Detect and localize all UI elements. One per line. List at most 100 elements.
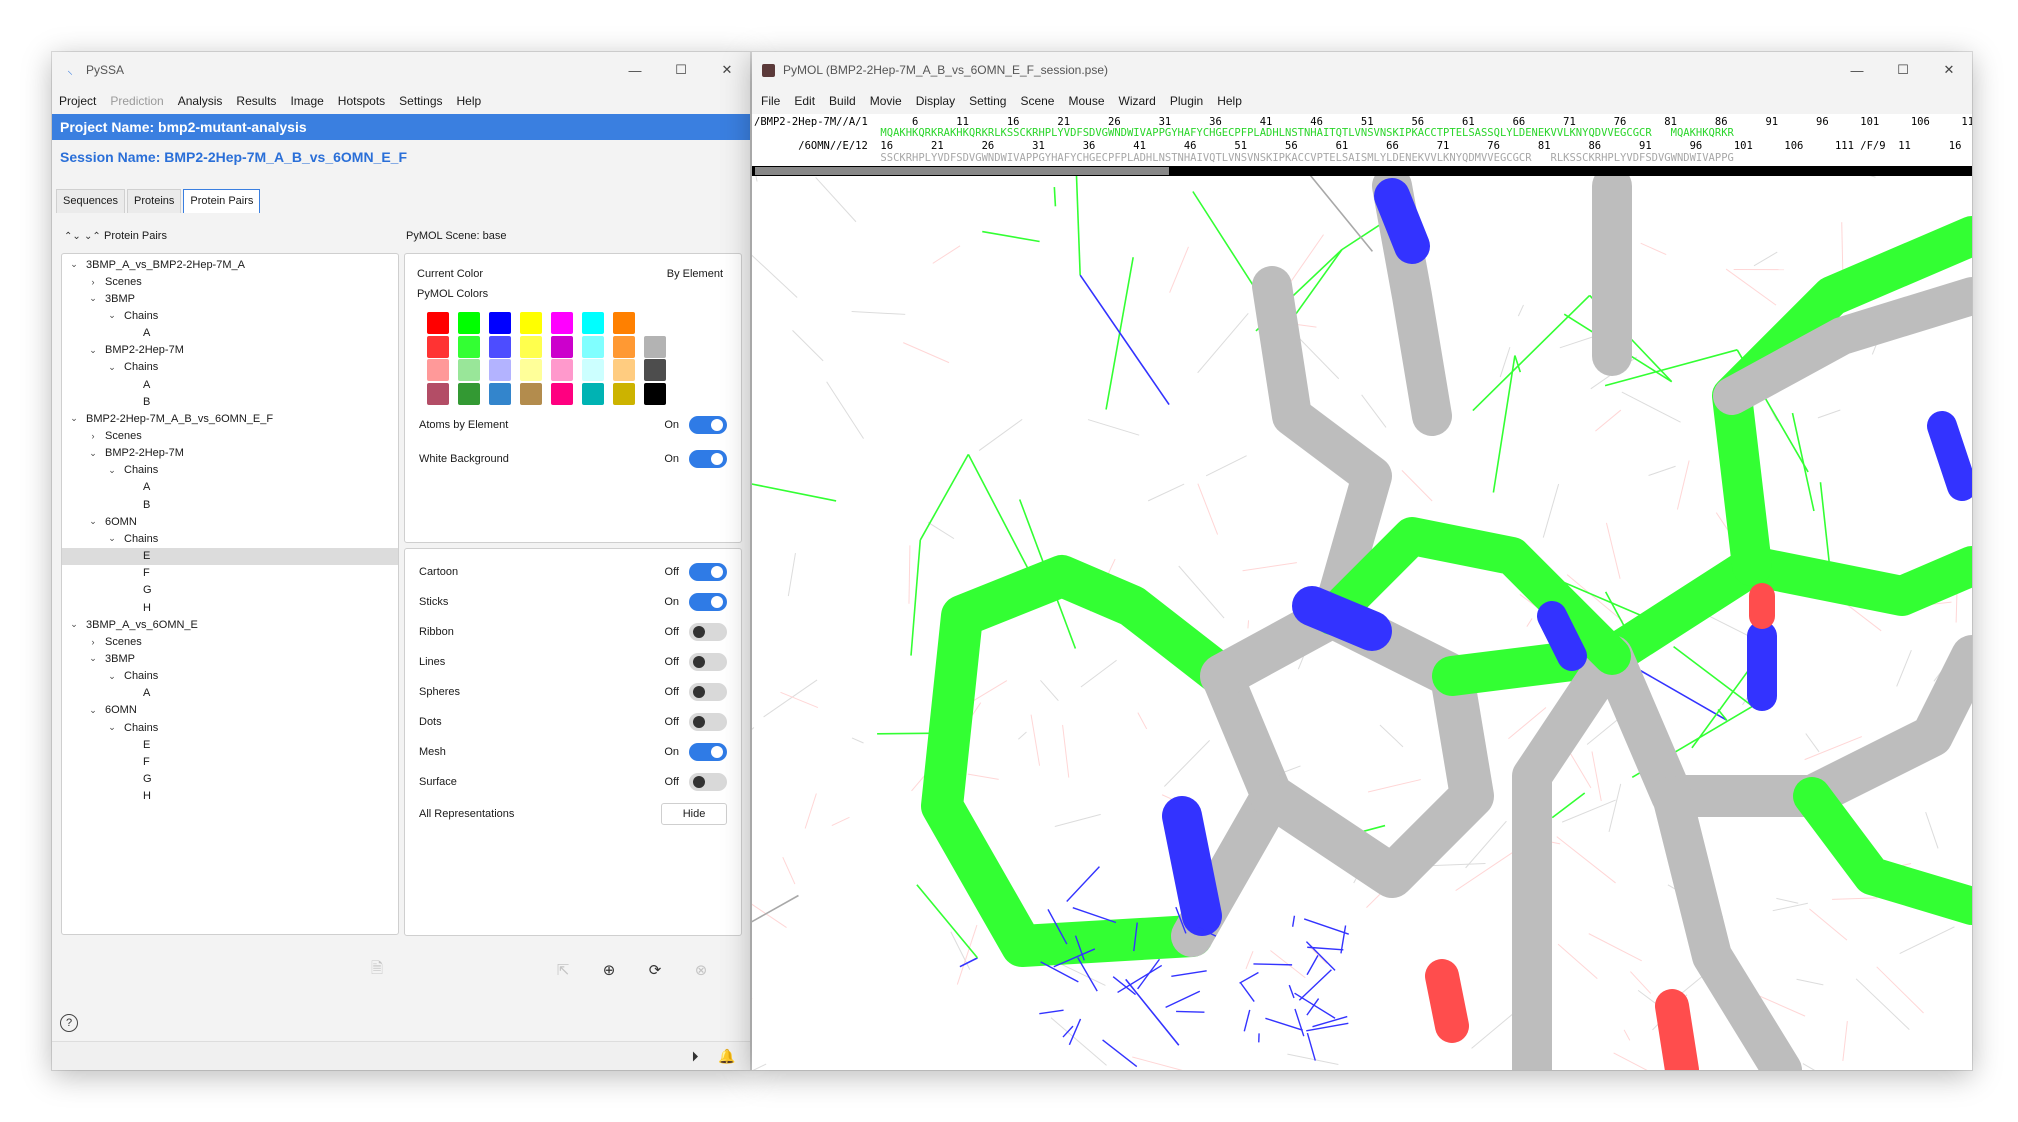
color-swatch[interactable] xyxy=(427,335,449,358)
tree-item[interactable]: H xyxy=(62,599,398,616)
tree-item[interactable]: A xyxy=(62,325,398,342)
color-swatch[interactable] xyxy=(458,312,480,334)
pymol-menu-plugin[interactable]: Plugin xyxy=(1163,94,1210,108)
color-swatch[interactable] xyxy=(489,335,511,358)
tree-item[interactable]: H xyxy=(62,788,398,805)
tree-item[interactable]: ⌄ 3BMP_A_vs_BMP2-2Hep-7M_A xyxy=(62,256,398,273)
pymol-menu-help[interactable]: Help xyxy=(1210,94,1249,108)
collapse-all-icon[interactable]: ⌄⌃ xyxy=(84,231,101,242)
chevron-down-icon[interactable]: ⌄ xyxy=(87,448,99,459)
tree-item[interactable]: ⌄ 3BMP xyxy=(62,290,398,307)
tree-item[interactable]: ⌄ 3BMP xyxy=(62,650,398,667)
tree-item[interactable]: ⌄ Chains xyxy=(62,307,398,324)
color-swatch[interactable] xyxy=(520,335,542,358)
sticks-toggle[interactable] xyxy=(689,593,727,611)
tree-item[interactable]: ⌄ Chains xyxy=(62,719,398,736)
hide-all-button[interactable]: Hide xyxy=(661,803,727,825)
tree-item[interactable]: ⌄ BMP2-2Hep-7M_A_B_vs_6OMN_E_F xyxy=(62,410,398,427)
pymol-minimize-icon[interactable]: — xyxy=(1834,52,1880,88)
menu-settings[interactable]: Settings xyxy=(392,94,449,108)
pymol-close-icon[interactable]: ✕ xyxy=(1926,52,1972,88)
color-swatch[interactable] xyxy=(458,359,480,381)
ribbon-toggle[interactable] xyxy=(689,623,727,641)
dots-toggle[interactable] xyxy=(689,713,727,731)
pymol-menu-movie[interactable]: Movie xyxy=(863,94,909,108)
chevron-down-icon[interactable]: ⌄ xyxy=(106,671,118,682)
bell-icon[interactable]: 🔔 xyxy=(716,1045,738,1067)
chevron-down-icon[interactable]: ⌄ xyxy=(87,293,99,304)
menu-prediction[interactable]: Prediction xyxy=(103,94,170,108)
tree-item[interactable]: F xyxy=(62,565,398,582)
remove-circle-icon[interactable]: ⊗ xyxy=(690,959,712,981)
color-swatch[interactable] xyxy=(644,382,666,405)
tree-item[interactable]: ⌄ BMP2-2Hep-7M xyxy=(62,445,398,462)
color-swatch[interactable] xyxy=(489,382,511,405)
color-swatch[interactable] xyxy=(644,359,666,381)
tree-item[interactable]: F xyxy=(62,753,398,770)
tree-item[interactable]: E xyxy=(62,547,398,565)
color-swatch[interactable] xyxy=(551,382,573,405)
chevron-right-icon[interactable]: › xyxy=(87,637,99,647)
color-swatch[interactable] xyxy=(427,382,449,405)
color-swatch[interactable] xyxy=(520,359,542,381)
color-swatch[interactable] xyxy=(613,312,635,334)
chevron-down-icon[interactable]: ⌄ xyxy=(106,362,118,373)
color-swatch[interactable] xyxy=(520,382,542,405)
tree-item[interactable]: ⌄ Chains xyxy=(62,668,398,685)
tree-item[interactable]: ⌄ Chains xyxy=(62,530,398,547)
menu-image[interactable]: Image xyxy=(283,94,330,108)
chevron-down-icon[interactable]: ⌄ xyxy=(87,516,99,527)
color-swatch[interactable] xyxy=(582,382,604,405)
tree-item[interactable]: ⌄ 6OMN xyxy=(62,702,398,719)
chevron-right-icon[interactable]: › xyxy=(87,431,99,441)
chevron-down-icon[interactable]: ⌄ xyxy=(87,705,99,716)
open-file-icon[interactable]: 🗎 xyxy=(366,959,388,981)
color-swatch[interactable] xyxy=(551,312,573,334)
tree-item[interactable]: ⌄ 6OMN xyxy=(62,513,398,530)
close-icon[interactable]: ✕ xyxy=(704,52,750,88)
expand-all-icon[interactable]: ⌃⌄ xyxy=(64,231,81,242)
pyssa-titlebar[interactable]: ⸜ PySSA — ☐ ✕ xyxy=(52,52,750,88)
menu-project[interactable]: Project xyxy=(52,94,103,108)
menu-analysis[interactable]: Analysis xyxy=(171,94,230,108)
color-swatch[interactable] xyxy=(458,335,480,358)
tree-item[interactable]: › Scenes xyxy=(62,428,398,445)
sequence-viewer[interactable]: /BMP2-2Hep-7M//A/1 6 11 16 21 26 31 36 4… xyxy=(752,114,1972,166)
atoms-by-element-toggle[interactable] xyxy=(689,416,727,434)
pymol-menu-edit[interactable]: Edit xyxy=(787,94,822,108)
color-swatch[interactable] xyxy=(644,335,666,358)
tree-item[interactable]: G xyxy=(62,771,398,788)
pymol-menu-build[interactable]: Build xyxy=(822,94,863,108)
tree-item[interactable]: B xyxy=(62,496,398,513)
minimize-icon[interactable]: — xyxy=(612,52,658,88)
color-swatch[interactable] xyxy=(551,335,573,358)
spheres-toggle[interactable] xyxy=(689,683,727,701)
sync-icon[interactable]: ⟳ xyxy=(644,959,666,981)
chevron-down-icon[interactable]: ⌄ xyxy=(87,345,99,356)
color-swatch[interactable] xyxy=(489,359,511,381)
chevron-down-icon[interactable]: ⌄ xyxy=(87,653,99,664)
tree-item[interactable]: B xyxy=(62,393,398,410)
tree-item[interactable]: A xyxy=(62,479,398,496)
color-swatch[interactable] xyxy=(582,312,604,334)
chevron-down-icon[interactable]: ⌄ xyxy=(68,413,80,424)
pymol-titlebar[interactable]: PyMOL (BMP2-2Hep-7M_A_B_vs_6OMN_E_F_sess… xyxy=(752,52,1972,88)
chevron-down-icon[interactable]: ⌄ xyxy=(68,619,80,630)
color-swatch[interactable] xyxy=(489,312,511,334)
chevron-right-icon[interactable]: › xyxy=(87,277,99,287)
tree-item[interactable]: ⌄ 3BMP_A_vs_6OMN_E xyxy=(62,616,398,633)
tree-item[interactable]: A xyxy=(62,376,398,393)
play-icon[interactable]: ⏵ xyxy=(684,1045,706,1067)
chevron-down-icon[interactable]: ⌄ xyxy=(106,722,118,733)
mesh-toggle[interactable] xyxy=(689,743,727,761)
color-swatch[interactable] xyxy=(458,382,480,405)
color-swatch[interactable] xyxy=(551,359,573,381)
color-swatch[interactable] xyxy=(613,335,635,358)
tab-proteins[interactable]: Proteins xyxy=(127,189,182,213)
chevron-down-icon[interactable]: ⌄ xyxy=(68,259,80,270)
tree-item[interactable]: G xyxy=(62,582,398,599)
tree-item[interactable]: ⌄ Chains xyxy=(62,462,398,479)
open-external-icon[interactable]: ⇱ xyxy=(552,959,574,981)
white-background-toggle[interactable] xyxy=(689,450,727,468)
tree-item[interactable]: A xyxy=(62,685,398,702)
